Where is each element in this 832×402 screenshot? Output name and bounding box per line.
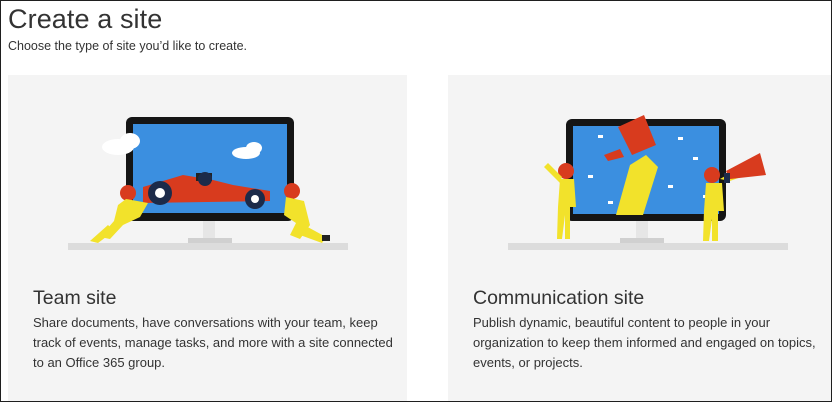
communication-site-description: Publish dynamic, beautiful content to pe…	[473, 315, 816, 370]
team-site-card[interactable]: Team site Share documents, have conversa…	[8, 75, 407, 401]
page-title: Create a site	[8, 4, 163, 34]
communication-site-card[interactable]: Communication site Publish dynamic, beau…	[448, 75, 831, 401]
create-site-panel: Create a site Choose the type of site yo…	[0, 0, 832, 402]
race-car-pit-crew-illustration	[68, 117, 348, 250]
page-subtitle: Choose the type of site you’d like to cr…	[8, 39, 248, 53]
team-site-title: Team site	[33, 287, 117, 309]
team-site-description: Share documents, have conversations with…	[33, 315, 393, 370]
communication-site-title: Communication site	[473, 287, 645, 309]
trophy-megaphone-illustration	[508, 115, 788, 250]
